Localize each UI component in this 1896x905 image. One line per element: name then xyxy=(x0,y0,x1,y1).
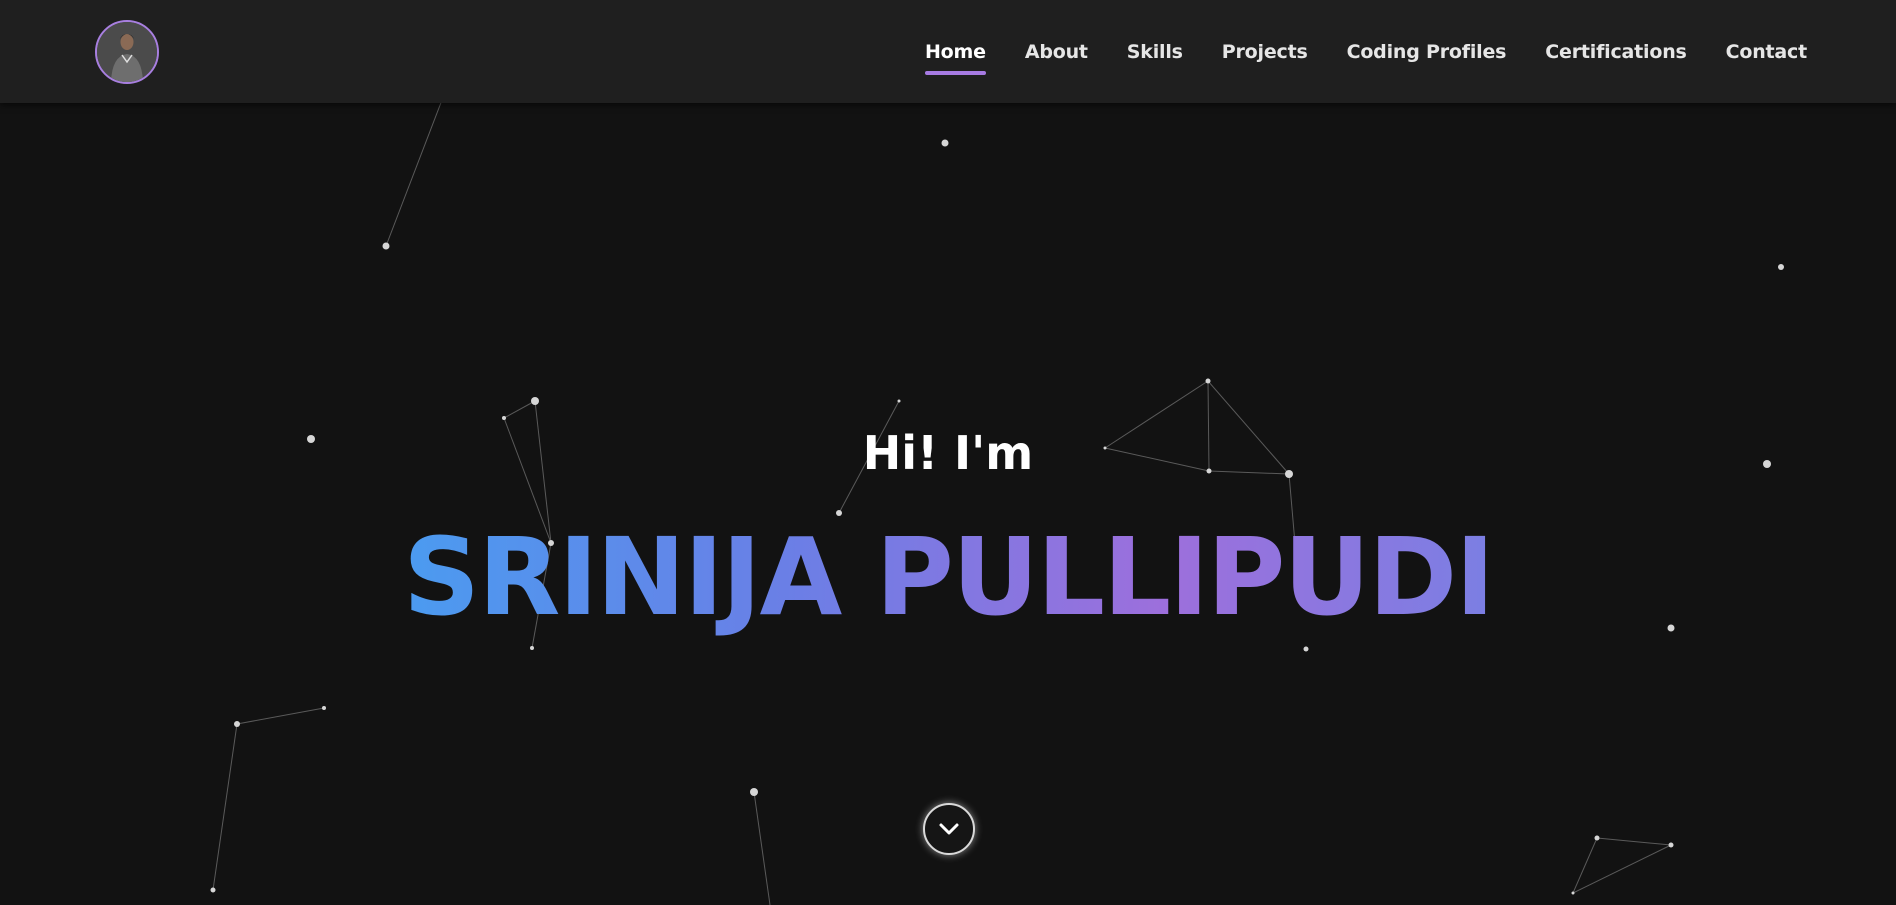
profile-photo xyxy=(97,22,157,82)
nav-link-skills[interactable]: Skills xyxy=(1127,41,1183,63)
nav-link-label: Skills xyxy=(1126,40,1183,63)
nav-link-contact[interactable]: Contact xyxy=(1725,40,1808,63)
hero-greeting: Hi! I'm xyxy=(862,426,1034,480)
nav-links: Home About Skills Projects Coding Profil… xyxy=(886,0,1807,103)
nav-link-label: Certifications xyxy=(1545,40,1687,63)
nav-link-certifications[interactable]: Certifications xyxy=(1545,40,1687,63)
scroll-down-button[interactable] xyxy=(923,803,975,855)
nav-link-about[interactable]: About xyxy=(1025,41,1088,63)
nav-link-projects[interactable]: Projects xyxy=(1222,41,1308,63)
hero-name: SRINIJA PULLIPUDI xyxy=(0,525,1896,632)
navbar: Home About Skills Projects Coding Profil… xyxy=(0,0,1896,103)
avatar[interactable] xyxy=(95,20,159,84)
nav-link-label: Home xyxy=(924,40,986,63)
nav-link-label: About xyxy=(1024,40,1088,63)
active-indicator xyxy=(924,70,986,75)
nav-link-label: Contact xyxy=(1725,40,1808,63)
hero-name-text: SRINIJA PULLIPUDI xyxy=(403,516,1495,640)
chevron-down-icon xyxy=(939,823,959,835)
hero-section: Hi! I'm SRINIJA PULLIPUDI xyxy=(0,103,1896,905)
nav-link-coding-profiles[interactable]: Coding Profiles xyxy=(1347,41,1507,63)
nav-link-home[interactable]: Home xyxy=(924,40,986,75)
nav-link-label: Coding Profiles xyxy=(1346,40,1507,63)
page: Home About Skills Projects Coding Profil… xyxy=(0,0,1896,905)
nav-link-label: Projects xyxy=(1221,40,1308,63)
